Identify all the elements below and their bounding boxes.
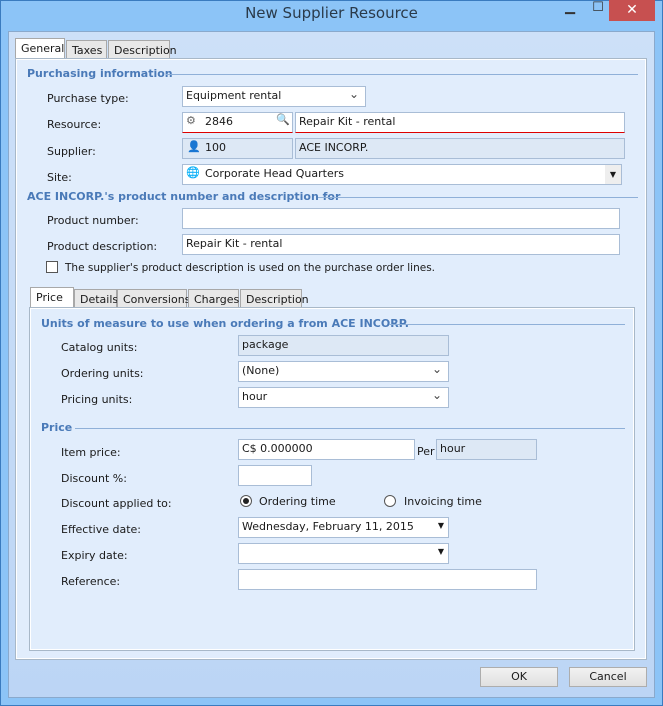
dropdown-arrow-icon[interactable]: ▼ bbox=[438, 547, 444, 556]
subtab-details[interactable]: Details bbox=[74, 289, 118, 309]
resource-icon: ⚙ bbox=[186, 114, 196, 127]
product-description-label: Product description: bbox=[47, 240, 158, 253]
purchase-type-select[interactable]: Equipment rental bbox=[182, 86, 366, 107]
search-icon[interactable]: 🔍 bbox=[276, 113, 290, 126]
purchase-type-value: Equipment rental bbox=[186, 89, 282, 102]
supplier-label: Supplier: bbox=[47, 145, 96, 158]
minimize-button[interactable]: ▁ bbox=[560, 0, 580, 22]
purchase-type-label: Purchase type: bbox=[47, 92, 129, 105]
divider bbox=[318, 197, 638, 198]
product-number-input[interactable] bbox=[182, 208, 620, 229]
product-description-input[interactable]: Repair Kit - rental bbox=[182, 234, 620, 255]
divider bbox=[389, 324, 625, 325]
invoicing-time-radio[interactable] bbox=[384, 495, 396, 507]
ordering-time-label: Ordering time bbox=[259, 495, 336, 508]
subtab-description[interactable]: Description bbox=[240, 289, 309, 309]
globe-icon: 🌐 bbox=[186, 166, 200, 179]
tab-taxes[interactable]: Taxes bbox=[66, 40, 107, 60]
product-number-label: Product number: bbox=[47, 214, 139, 227]
site-select[interactable]: 🌐 Corporate Head Quarters ▼ bbox=[182, 164, 622, 185]
site-label: Site: bbox=[47, 171, 72, 184]
pricing-units-select[interactable]: hour bbox=[238, 387, 449, 408]
effective-date-picker[interactable]: Wednesday, February 11, 2015 ▼ bbox=[238, 517, 449, 538]
site-value: Corporate Head Quarters bbox=[205, 167, 344, 180]
item-price-label: Item price: bbox=[61, 446, 121, 459]
section-product: ACE INCORP.'s product number and descrip… bbox=[27, 190, 341, 203]
section-purchasing: Purchasing information bbox=[27, 67, 173, 80]
resource-id-value: 2846 bbox=[205, 115, 233, 128]
pricing-units-value: hour bbox=[242, 390, 268, 403]
reference-label: Reference: bbox=[61, 575, 121, 588]
per-label: Per bbox=[417, 445, 435, 458]
invoicing-time-label: Invoicing time bbox=[404, 495, 482, 508]
divider bbox=[166, 74, 638, 75]
subtab-conversions[interactable]: Conversions bbox=[117, 289, 190, 309]
cancel-button[interactable]: Cancel bbox=[569, 667, 647, 687]
catalog-units-label: Catalog units: bbox=[61, 341, 138, 354]
item-price-input[interactable]: C$ 0.000000 bbox=[238, 439, 415, 460]
tab-general[interactable]: General bbox=[15, 38, 65, 60]
resource-id-input[interactable]: ⚙ 2846 🔍 bbox=[182, 112, 293, 133]
supplier-name-field: ACE INCORP. bbox=[295, 138, 625, 159]
tab-description[interactable]: Description bbox=[108, 40, 177, 60]
effective-date-value: Wednesday, February 11, 2015 bbox=[242, 520, 414, 533]
ordering-time-radio[interactable] bbox=[240, 495, 252, 507]
ok-button[interactable]: OK bbox=[480, 667, 558, 687]
expiry-date-label: Expiry date: bbox=[61, 549, 128, 562]
catalog-units-field: package bbox=[238, 335, 449, 356]
subtab-charges[interactable]: Charges bbox=[188, 289, 239, 309]
discount-label: Discount %: bbox=[61, 472, 127, 485]
dropdown-arrow-icon[interactable]: ▼ bbox=[605, 165, 621, 184]
discount-applied-label: Discount applied to: bbox=[61, 497, 172, 510]
subtab-price[interactable]: Price bbox=[30, 287, 74, 309]
pricing-units-label: Pricing units: bbox=[61, 393, 133, 406]
person-icon: 👤 bbox=[187, 140, 201, 153]
resource-label: Resource: bbox=[47, 118, 102, 131]
supplier-description-checkbox[interactable] bbox=[46, 261, 58, 273]
supplier-description-checkbox-label: The supplier's product description is us… bbox=[65, 262, 435, 274]
per-unit-field: hour bbox=[436, 439, 537, 460]
supplier-id-field: 👤 100 bbox=[182, 138, 293, 159]
effective-date-label: Effective date: bbox=[61, 523, 141, 536]
expiry-date-picker[interactable]: ▼ bbox=[238, 543, 449, 564]
section-units: Units of measure to use when ordering a … bbox=[41, 317, 409, 330]
divider bbox=[75, 428, 625, 429]
resource-name-input[interactable]: Repair Kit - rental bbox=[295, 112, 625, 133]
ordering-units-value: (None) bbox=[242, 364, 280, 377]
maximize-button[interactable]: ☐ bbox=[588, 0, 608, 22]
supplier-id-value: 100 bbox=[205, 141, 226, 154]
section-price: Price bbox=[41, 421, 73, 434]
dropdown-arrow-icon[interactable]: ▼ bbox=[438, 521, 444, 530]
ordering-units-label: Ordering units: bbox=[61, 367, 144, 380]
reference-input[interactable] bbox=[238, 569, 537, 590]
ordering-units-select[interactable]: (None) bbox=[238, 361, 449, 382]
discount-input[interactable] bbox=[238, 465, 312, 486]
close-button[interactable]: ✕ bbox=[609, 0, 655, 21]
